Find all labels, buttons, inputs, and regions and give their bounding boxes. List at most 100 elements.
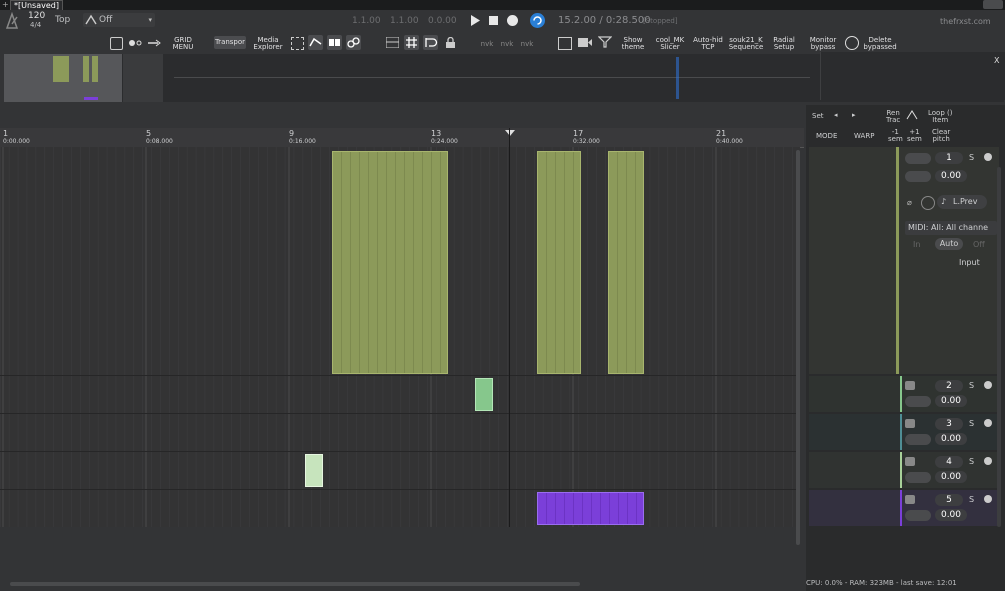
solo-button[interactable]: S [969, 381, 974, 390]
metronome-icon[interactable] [5, 11, 19, 30]
slicer-button[interactable]: cool_MK Slicer [652, 37, 688, 51]
tempo-value[interactable]: 120 [28, 11, 45, 21]
track-panel-4[interactable]: 4 S 0.00 [809, 452, 999, 488]
play-icon[interactable] [470, 15, 480, 26]
vertical-scrollbar[interactable] [796, 150, 800, 545]
lock-icon[interactable] [446, 36, 455, 48]
pitch-up-button[interactable]: +1 sem [907, 129, 922, 143]
stop-icon[interactable] [489, 16, 498, 25]
nav-left-icon[interactable]: ◂ [834, 111, 838, 119]
radial-setup-button[interactable]: Radial Setup [768, 37, 800, 51]
project-overview[interactable]: X [4, 52, 1005, 102]
set-button[interactable]: Set [812, 112, 824, 120]
loop-icon[interactable] [530, 13, 545, 28]
monitor-icon[interactable] [921, 196, 935, 210]
record-icon[interactable] [507, 15, 518, 26]
timeline-ruler[interactable]: 1 0:00.000 5 0:08.000 9 0:16.000 13 0:24.000… [0, 128, 804, 148]
track-number[interactable]: 5 [935, 494, 963, 506]
envelope-icon[interactable] [308, 35, 323, 50]
phase-toggle[interactable] [905, 396, 931, 407]
track-lane-5[interactable] [0, 490, 800, 528]
monitor-bypass-button[interactable]: Monitor bypass [806, 37, 840, 51]
media-item[interactable] [305, 454, 323, 487]
monitor-auto-button[interactable]: Auto [935, 238, 963, 250]
midi-channel-dropdown[interactable]: MIDI: All: All channe [905, 221, 997, 235]
nvk-button-2[interactable]: nvk [500, 41, 514, 48]
ripple-icon[interactable] [148, 39, 162, 47]
track-lane-2[interactable] [0, 376, 800, 414]
show-theme-button[interactable]: Show theme [618, 37, 648, 51]
nvk-button-1[interactable]: nvk [480, 41, 494, 48]
track-number[interactable]: 2 [935, 380, 963, 392]
solo-button[interactable]: S [969, 153, 974, 162]
record-arm-icon[interactable] [905, 419, 915, 428]
top-label[interactable]: Top [55, 15, 70, 25]
track-panel-5[interactable]: 5 S 0.00 [809, 490, 999, 526]
video-icon[interactable] [578, 38, 592, 47]
snap-toggle-icon[interactable] [423, 35, 438, 50]
fx-icon[interactable] [984, 381, 992, 389]
phase-toggle[interactable] [905, 171, 931, 182]
delete-bypassed-button[interactable]: Delete bypassed [860, 37, 900, 51]
clear-pitch-button[interactable]: Clear pitch [932, 129, 950, 143]
close-icon[interactable]: X [994, 56, 999, 65]
track-number[interactable]: 1 [935, 152, 963, 164]
project-tab[interactable]: *[Unsaved] [10, 0, 63, 10]
volume-value[interactable]: 0.00 [935, 433, 967, 445]
phase-icon[interactable]: ⌀ [907, 198, 912, 207]
monitor-in-button[interactable]: In [913, 240, 920, 249]
solo-button[interactable]: S [969, 457, 974, 466]
track-lane-3[interactable] [0, 414, 800, 452]
grid-menu-button[interactable]: GRID MENU [168, 37, 198, 51]
piano-icon[interactable] [558, 37, 572, 50]
fx-icon[interactable] [984, 457, 992, 465]
media-item[interactable] [608, 151, 644, 374]
mode-button[interactable]: MODE [816, 132, 837, 140]
fx-icon[interactable] [984, 495, 992, 503]
track-number[interactable]: 4 [935, 456, 963, 468]
volume-value[interactable]: 0.00 [935, 395, 967, 407]
fx-icon[interactable] [984, 153, 992, 161]
media-item[interactable] [475, 378, 493, 411]
volume-value[interactable]: 0.00 [935, 170, 967, 182]
rename-track-button[interactable]: Ren Trac [886, 110, 900, 124]
phase-toggle[interactable] [905, 434, 931, 445]
fade-icon[interactable] [906, 110, 918, 122]
fx-icon[interactable] [984, 419, 992, 427]
toggle-icon[interactable] [129, 39, 142, 47]
record-arm-icon[interactable] [905, 153, 931, 164]
track-panel-2[interactable]: 2 S 0.00 [809, 376, 999, 412]
record-arm-icon[interactable] [905, 457, 915, 466]
record-arm-icon[interactable] [905, 495, 915, 504]
window-controls[interactable] [983, 0, 1003, 9]
link-icon[interactable] [346, 35, 361, 50]
split-icon[interactable] [327, 35, 342, 50]
filter-icon[interactable] [597, 36, 613, 48]
media-item[interactable] [332, 151, 448, 374]
fullscreen-icon[interactable] [291, 37, 304, 50]
media-item[interactable] [537, 492, 644, 525]
track-number[interactable]: 3 [935, 418, 963, 430]
phase-toggle[interactable] [905, 472, 931, 483]
time-signature[interactable]: 4/4 [30, 21, 41, 29]
sequencer-button[interactable]: souk21_K Sequence [728, 37, 764, 51]
nvk-button-3[interactable]: nvk [520, 41, 534, 48]
record-arm-icon[interactable] [905, 381, 915, 390]
warp-button[interactable]: WARP [854, 132, 874, 140]
media-explorer-button[interactable]: Media Explorer [250, 37, 286, 51]
track-panel-3[interactable]: 3 S 0.00 [809, 414, 999, 450]
horizontal-scrollbar[interactable] [10, 582, 580, 586]
pitch-down-button[interactable]: -1 sem [888, 129, 903, 143]
media-item[interactable] [537, 151, 581, 374]
phase-toggle[interactable] [905, 510, 931, 521]
solo-button[interactable]: S [969, 419, 974, 428]
tcp-scrollbar[interactable] [997, 167, 1001, 527]
transport-button[interactable]: Transpor [214, 36, 246, 49]
menu-plus-icon[interactable]: + [2, 0, 9, 9]
track-lane-4[interactable] [0, 452, 800, 490]
volume-value[interactable]: 0.00 [935, 471, 967, 483]
loop-item-button[interactable]: Loop () Item [928, 110, 952, 124]
grid-icon[interactable] [404, 35, 419, 50]
input-selector[interactable]: ♪ L.Prev [937, 195, 987, 209]
empty-track-area[interactable] [0, 527, 800, 579]
